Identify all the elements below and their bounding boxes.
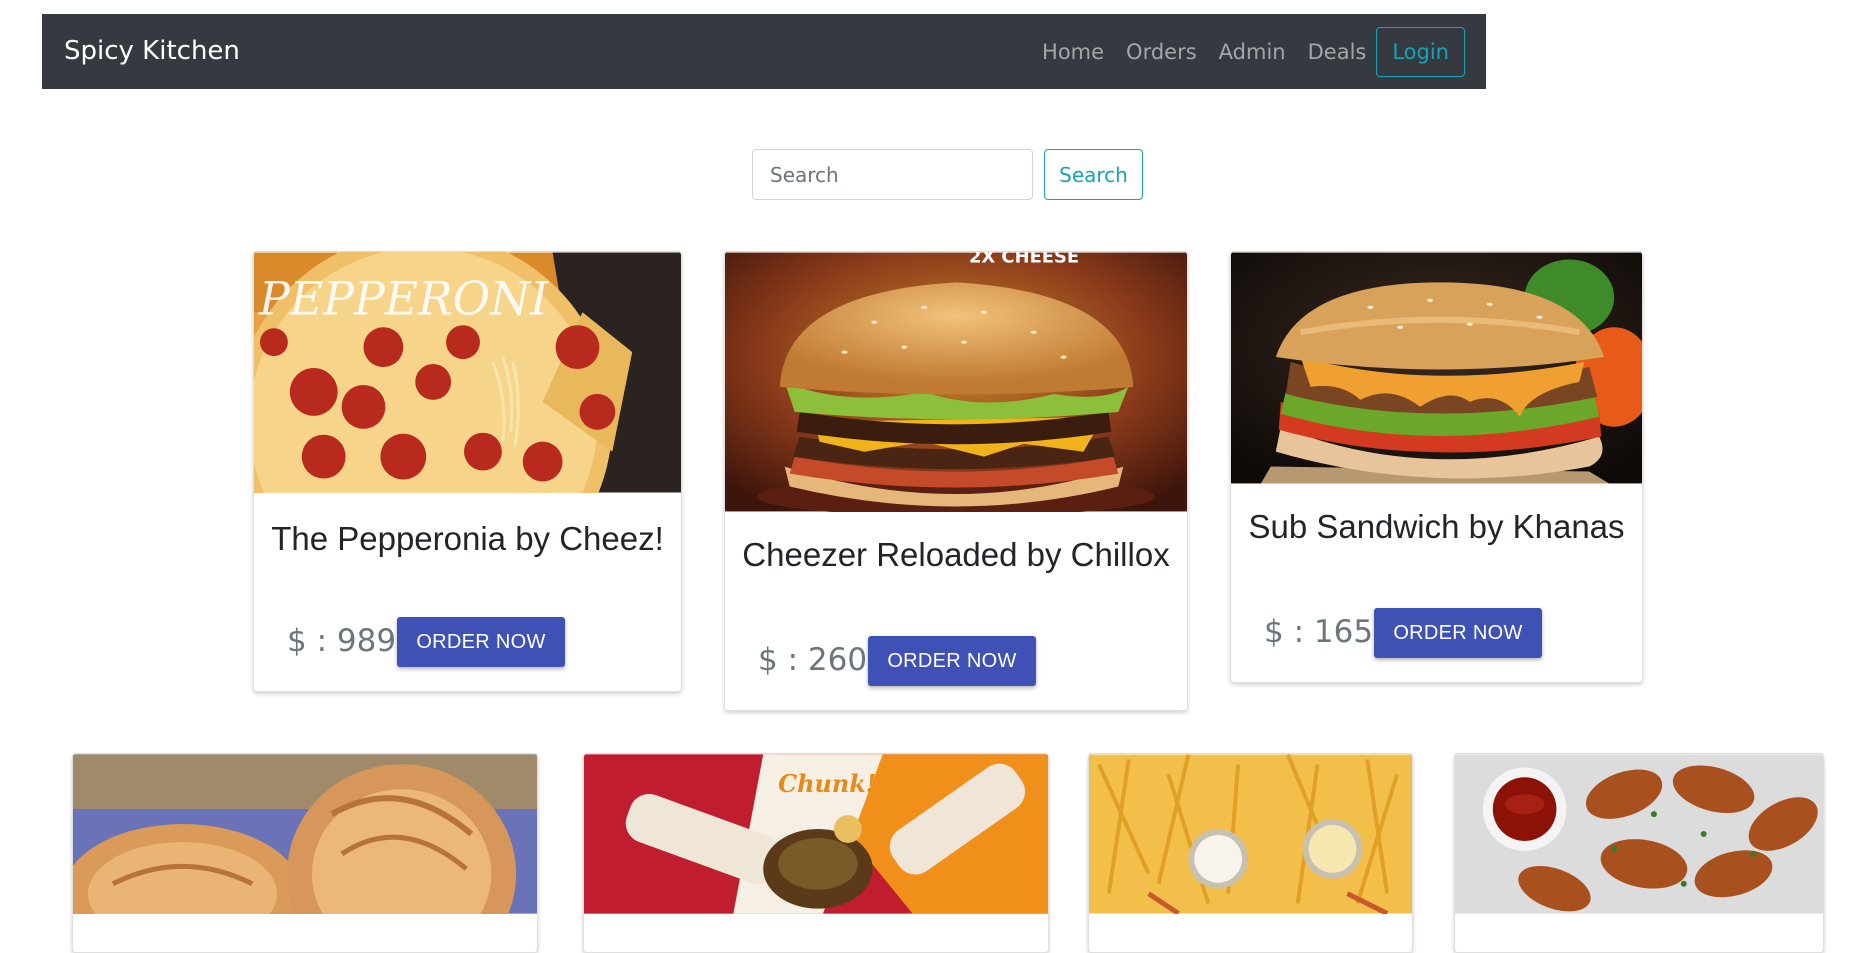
product-price: $ : 165 [1264, 614, 1374, 650]
chunk-image: Chunk! [584, 754, 1048, 914]
product-title: Sub Sandwich by Khanas [1248, 508, 1625, 545]
product-card-fries [1088, 753, 1413, 953]
product-card-pizza: PEPPERONI The Pepperonia by Cheez! $ : 9… [253, 251, 682, 692]
wings-image [1455, 754, 1823, 914]
svg-text:Chunk!: Chunk! [778, 770, 876, 798]
product-card-paratha [72, 753, 538, 953]
product-price: $ : 260 [758, 642, 868, 678]
nav-links: Home Orders Admin Deals Login [1042, 27, 1465, 77]
product-card-sandwich: Sub Sandwich by Khanas $ : 165 ORDER NOW [1230, 251, 1643, 683]
order-now-button[interactable]: ORDER NOW [397, 617, 565, 667]
sandwich-image [1231, 252, 1642, 484]
burger-image: 2X CHEESE [725, 252, 1187, 512]
product-card-chunk: Chunk! [583, 753, 1049, 953]
product-card-burger: 2X CHEESE Cheezer Reloaded by Chillox $ … [724, 251, 1188, 711]
order-now-button[interactable]: ORDER NOW [1374, 608, 1542, 658]
nav-admin[interactable]: Admin [1219, 40, 1286, 64]
product-card-wings [1454, 753, 1824, 953]
pizza-image: PEPPERONI [254, 252, 681, 493]
navbar: Spicy Kitchen Home Orders Admin Deals Lo… [42, 14, 1486, 89]
login-button[interactable]: Login [1376, 27, 1465, 77]
order-now-button[interactable]: ORDER NOW [868, 636, 1036, 686]
search-input[interactable] [752, 149, 1033, 200]
svg-text:PEPPERONI: PEPPERONI [258, 272, 549, 325]
brand-logo-text[interactable]: Spicy Kitchen [64, 14, 240, 89]
nav-home[interactable]: Home [1042, 40, 1104, 64]
fries-image [1089, 754, 1412, 914]
paratha-image [73, 754, 537, 914]
nav-orders[interactable]: Orders [1126, 40, 1197, 64]
search-button[interactable]: Search [1044, 149, 1143, 200]
product-title: Cheezer Reloaded by Chillox [742, 536, 1170, 573]
nav-deals[interactable]: Deals [1308, 40, 1367, 64]
product-title: The Pepperonia by Cheez! [271, 520, 664, 557]
product-price: $ : 989 [287, 623, 397, 659]
svg-text:2X CHEESE: 2X CHEESE [969, 252, 1079, 268]
